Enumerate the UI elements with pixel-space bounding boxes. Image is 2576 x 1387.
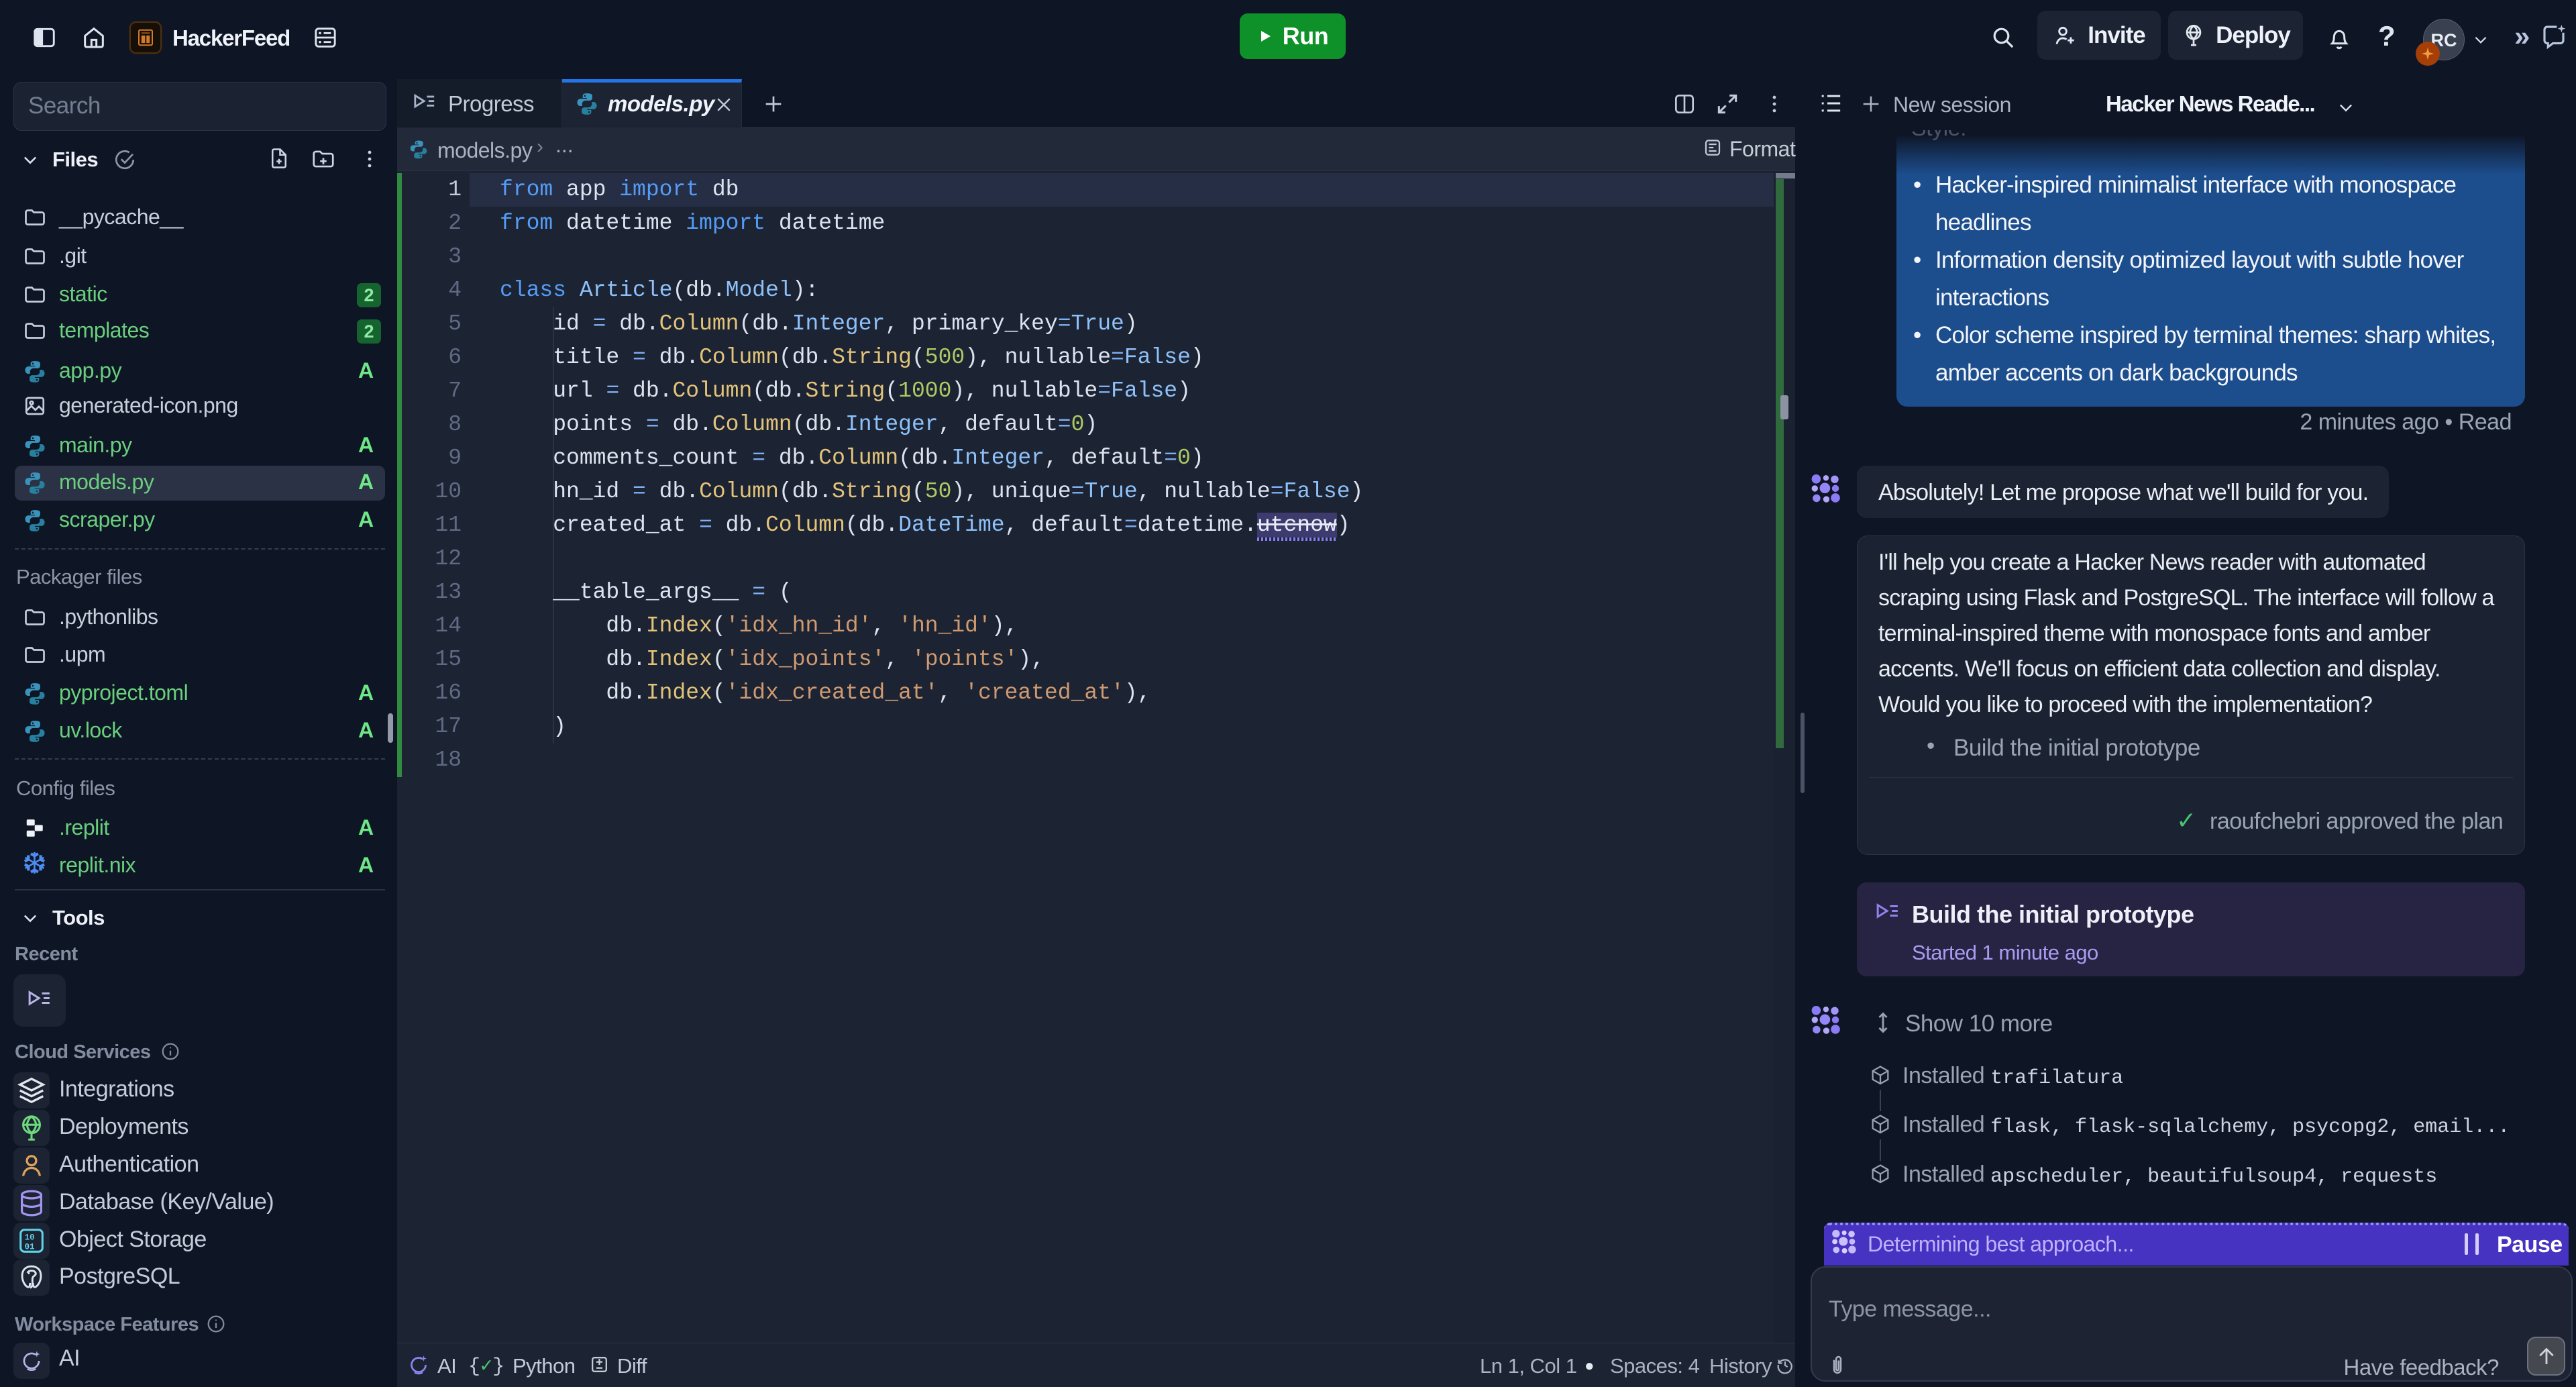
svg-text:10: 10 <box>25 1233 35 1242</box>
svg-text:01: 01 <box>25 1242 35 1251</box>
